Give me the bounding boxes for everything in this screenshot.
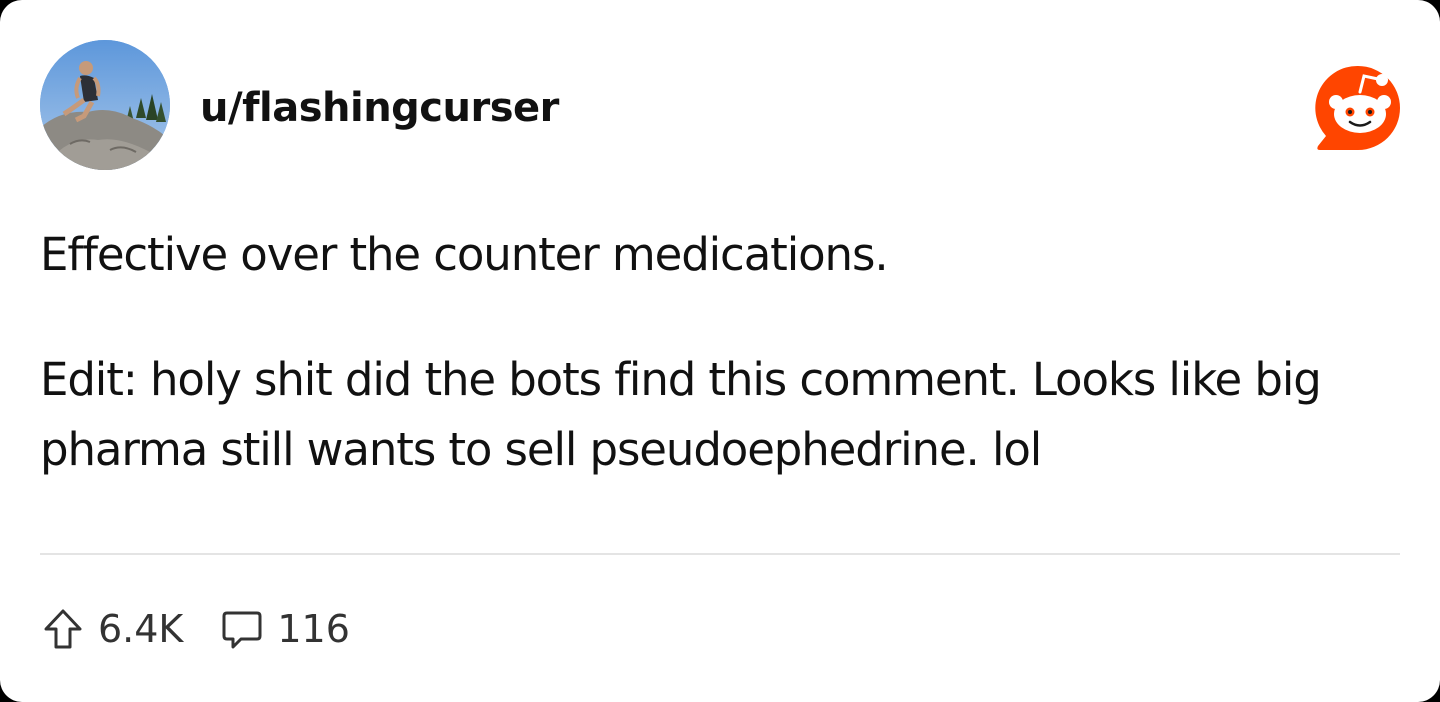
upvote-count: 6.4K: [98, 607, 184, 651]
username[interactable]: u/flashingcurser: [200, 82, 559, 134]
avatar[interactable]: [40, 40, 170, 170]
comment-paragraph-edit: Edit: holy shit did the bots find this c…: [40, 353, 1322, 476]
reddit-comment-card: u/flashingcurser Effective over the coun…: [0, 0, 1440, 702]
avatar-photo: [40, 40, 170, 170]
comments-button[interactable]: 116: [219, 606, 350, 652]
upvote-button[interactable]: 6.4K: [40, 606, 183, 652]
divider: [40, 553, 1400, 555]
comment-body: Effective over the counter medications. …: [40, 220, 1410, 485]
reddit-logo-icon: [1312, 62, 1404, 154]
comment-footer: 6.4K 116: [40, 604, 350, 654]
comment-bubble-icon: [219, 606, 265, 652]
comment-count: 116: [277, 607, 350, 651]
upvote-arrow-icon: [40, 606, 86, 652]
comment-paragraph: Effective over the counter medications.: [40, 228, 889, 281]
